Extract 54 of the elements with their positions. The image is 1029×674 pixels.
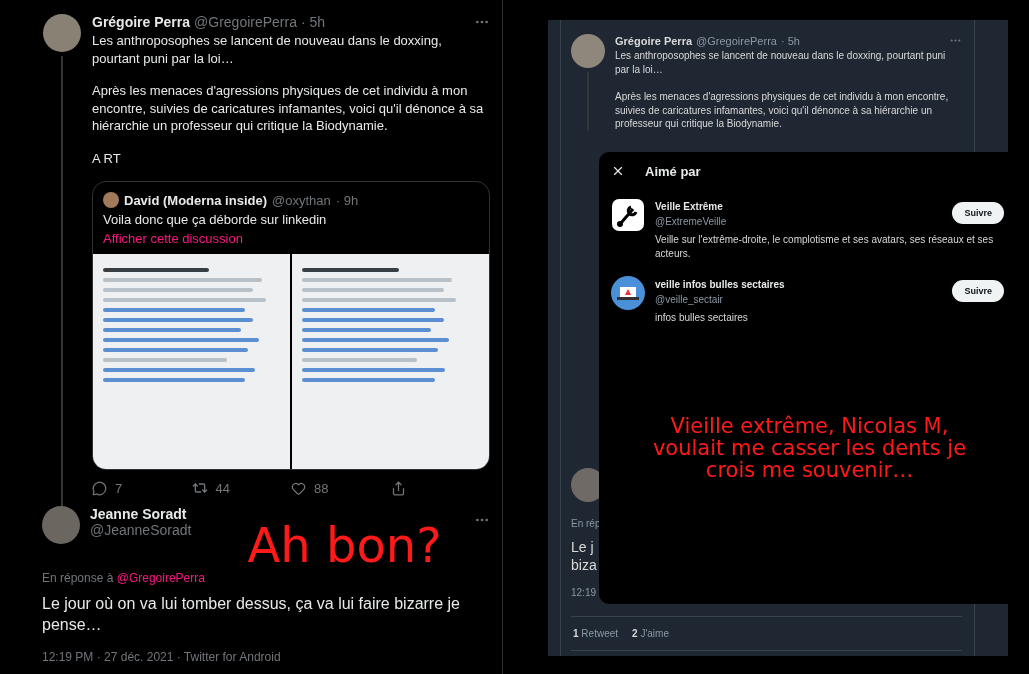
quoted-author-handle: @oxythan <box>272 192 331 208</box>
user-name[interactable]: Veille Extrême <box>655 201 945 212</box>
quoted-tweet[interactable]: David (Moderna inside) @oxythan · 9h Voila donc que ça déborde sur linkedin Afficher cette discussion <box>92 181 490 471</box>
laptop-avatar-icon <box>611 276 645 310</box>
dialog-title: Aimé par <box>645 163 701 179</box>
reply-text: biza <box>571 557 598 573</box>
reply-text: Le j <box>571 539 595 555</box>
author-name[interactable]: Jeanne Soradt <box>90 506 187 523</box>
reply-label: En réponse à <box>42 570 114 585</box>
tweet-text: Les anthroposophes se lancent de nouveau dans le doxxing, pourtant puni par la loi… <box>615 49 947 76</box>
author-handle[interactable]: @GregoirePerra <box>696 34 777 47</box>
author-name[interactable]: Grégoire Perra <box>615 34 693 47</box>
screenshot-placeholder[interactable] <box>93 254 290 470</box>
screenshot-placeholder[interactable] <box>292 254 489 470</box>
author-handle[interactable]: @JeanneSoradt <box>90 522 192 539</box>
tweet-time: · 5h <box>301 14 326 30</box>
author-handle[interactable]: @GregoirePerra <box>194 14 297 30</box>
user-handle[interactable]: @veille_sectair <box>655 294 945 305</box>
reply-icon[interactable] <box>92 480 107 496</box>
follow-button[interactable]: Suivre <box>952 280 1004 302</box>
author-name[interactable]: Grégoire Perra <box>92 14 191 30</box>
tweet-text: Après les menaces d'agressions physiques de cet individu à mon encontre, suivies de caricatures infamantes, voici qu'il dénonce à sa hiérarchie un professeur qui critique la Biodynamie. <box>92 82 485 135</box>
avatar[interactable] <box>43 14 81 52</box>
avatar <box>103 192 119 209</box>
tweet-text: Après les menaces d'agressions physiques de cet individu à mon encontre, suivies de caricatures infamantes, voici qu'il dénonce à sa hiérarchie un professeur qui critique la Biodynamie. <box>615 90 950 131</box>
tweet-text: Les anthroposophes se lancent de nouveau dans le doxxing, pourtant puni par la loi… <box>92 32 443 68</box>
action-count: 88 <box>314 480 329 496</box>
annotation-text: Ah bon? <box>247 520 442 571</box>
tweet-time: · 5h <box>780 34 800 47</box>
wrench-logo-icon <box>611 198 645 232</box>
annotation-text: Vieille extrême, Nicolas M, voulait me casser les dents je crois me souvenir… <box>651 415 968 482</box>
user-bio: infos bulles sectaires <box>655 311 749 325</box>
share-icon[interactable] <box>390 480 406 496</box>
tweet-meta: 12:19 <box>571 587 598 598</box>
quoted-tweet-time: · 9h <box>335 192 359 208</box>
show-thread-link[interactable]: Afficher cette discussion <box>93 227 489 255</box>
follow-button[interactable]: Suivre <box>952 202 1004 224</box>
reply-text: Le jour où on va lui tomber dessus, ça va lui faire bizarre je pense… <box>42 593 461 636</box>
tweet-meta: 12:19 PM · 27 déc. 2021 · Twitter for Android <box>42 649 282 664</box>
user-bio: Veille sur l'extrême-droite, le complotisme et ses avatars, ses réseaux et ses acteurs. <box>655 233 995 260</box>
tweet-text: A RT <box>92 149 122 168</box>
avatar[interactable] <box>571 34 605 68</box>
avatar[interactable] <box>42 506 80 545</box>
close-button[interactable] <box>611 164 625 178</box>
user-handle[interactable]: @ExtremeVeille <box>655 216 945 227</box>
user-name[interactable]: veille infos bulles sectaires <box>655 279 945 290</box>
quoted-author-name: David (Moderna inside) <box>124 192 268 208</box>
like-icon[interactable] <box>291 480 306 496</box>
engagement-stat[interactable]: 2 J'aime <box>632 628 669 639</box>
action-count: 44 <box>215 480 230 496</box>
engagement-stat[interactable]: 1 Retweet <box>573 628 619 639</box>
action-count: 7 <box>115 480 123 496</box>
quoted-tweet-text: Voila donc que ça déborde sur linkedin <box>102 211 328 228</box>
mention-link[interactable]: @GregoirePerra <box>116 570 205 585</box>
